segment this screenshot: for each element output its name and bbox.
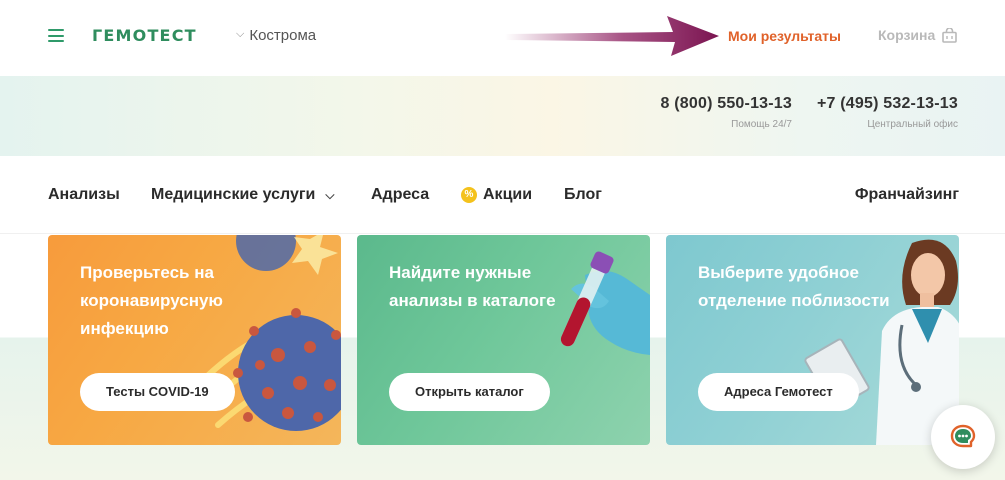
addresses-button[interactable]: Адреса Гемотест <box>698 373 859 411</box>
phone-number[interactable]: 8 (800) 550-13-13 <box>661 95 793 113</box>
phone-caption: Помощь 24/7 <box>731 119 792 130</box>
nav-label: Акции <box>483 186 533 203</box>
nav-blog[interactable]: Блог <box>564 186 602 204</box>
nav-franchising[interactable]: Франчайзинг <box>855 186 959 204</box>
my-results-link[interactable]: Мои результаты <box>728 28 841 44</box>
promo-card-addresses[interactable]: Выберите удобное отделение поблизости Ад… <box>666 235 959 445</box>
shopping-bag-icon <box>942 27 958 43</box>
city-label: Кострома <box>249 27 317 44</box>
city-selector[interactable]: ⌵ Кострома <box>236 27 316 44</box>
phone-support: 8 (800) 550-13-13 Помощь 24/7 <box>661 95 793 130</box>
cart-link[interactable]: Корзина <box>878 27 958 43</box>
card-title: Выберите удобное отделение поблизости <box>698 263 890 310</box>
cart-label: Корзина <box>878 27 936 43</box>
chevron-down-icon: ⌵ <box>325 187 335 202</box>
site-header: ГЕМОТЕСТ ⌵ Кострома Мои результаты Корзи… <box>0 0 1005 76</box>
annotation-arrow-icon <box>505 16 719 56</box>
site-logo[interactable]: ГЕМОТЕСТ <box>92 26 197 45</box>
nav-label: Медицинские услуги <box>151 186 316 203</box>
chat-icon-glyph <box>950 424 976 448</box>
covid-tests-button[interactable]: Тесты COVID-19 <box>80 373 235 411</box>
promo-card-covid[interactable]: Проверьтесь на коронавирусную инфекцию Т… <box>48 235 341 445</box>
nav-promotions[interactable]: % Акции <box>461 186 532 204</box>
percent-badge-icon: % <box>461 187 477 203</box>
phone-central-office: +7 (495) 532-13-13 Центральный офис <box>817 95 958 130</box>
nav-medical-services[interactable]: Медицинские услуги ⌵ <box>151 186 335 204</box>
contact-phones-band: 8 (800) 550-13-13 Помощь 24/7 +7 (495) 5… <box>0 76 1005 156</box>
phone-number[interactable]: +7 (495) 532-13-13 <box>817 95 958 113</box>
chevron-down-icon: ⌵ <box>236 28 245 40</box>
chat-bubble-icon[interactable] <box>931 405 995 469</box>
phone-caption: Центральный офис <box>867 119 958 130</box>
card-title: Найдите нужные анализы в каталоге <box>389 263 556 310</box>
promo-card-catalog[interactable]: Найдите нужные анализы в каталоге Открыт… <box>357 235 650 445</box>
nav-addresses[interactable]: Адреса <box>371 186 429 204</box>
card-title: Проверьтесь на коронавирусную инфекцию <box>80 263 223 338</box>
main-navigation: Анализы Медицинские услуги ⌵ Адреса % Ак… <box>0 156 1005 234</box>
nav-analyses[interactable]: Анализы <box>48 186 120 204</box>
burger-menu-icon[interactable] <box>48 29 64 42</box>
open-catalog-button[interactable]: Открыть каталог <box>389 373 550 411</box>
